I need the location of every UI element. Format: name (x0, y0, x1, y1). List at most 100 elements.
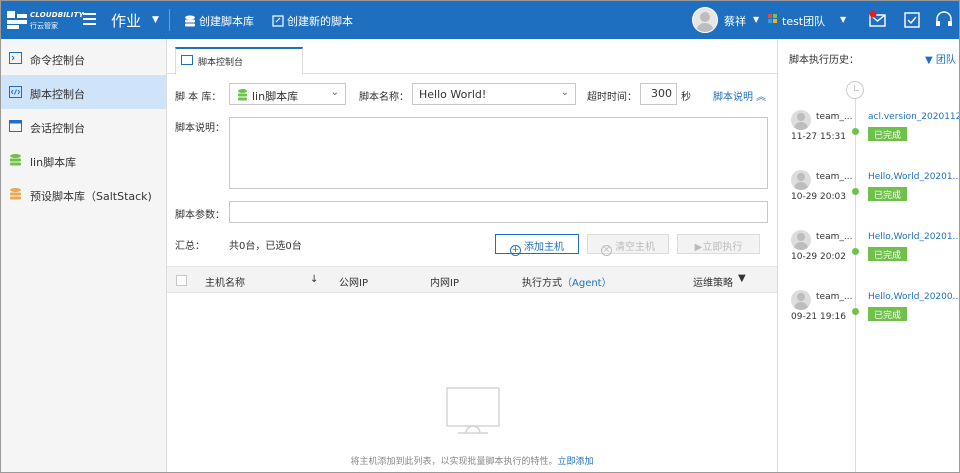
history-user: team_... (816, 232, 853, 242)
history-item[interactable]: team_... 11-27 15:31 acl.version_2020112… (778, 110, 959, 160)
sidebar-item-label: lin脚本库 (30, 156, 77, 169)
status-badge: 已完成 (868, 187, 908, 201)
timeline-dot (852, 188, 859, 195)
column-exec-mode: 执行方式（Agent） (522, 278, 612, 289)
empty-monitor-icon (446, 387, 500, 434)
execution-history-panel: 脚本执行历史： ▼ 团队 team_... 11-27 15:31 acl.ve… (777, 39, 959, 472)
database-green-icon (238, 89, 247, 101)
column-ops-policy: 运维策略 (693, 278, 733, 289)
terminal-icon (9, 52, 22, 64)
params-label: 脚本参数： (175, 210, 225, 221)
history-item[interactable]: team_... 09-21 19:16 Hello,World_20200..… (778, 290, 959, 340)
script-name-label: 脚本名称： (359, 92, 409, 103)
history-item[interactable]: team_... 10-29 20:03 Hello,World_20201..… (778, 170, 959, 220)
code-icon (181, 55, 193, 65)
sidebar-item-command-console[interactable]: 命令控制台 (1, 41, 166, 75)
avatar (791, 170, 811, 190)
exec-mode-agent: （Agent） (562, 278, 612, 289)
add-now-link[interactable]: 立即添加 (558, 457, 594, 467)
tab-label: 脚本控制台 (198, 58, 244, 68)
team-dropdown-icon[interactable]: ▼ (840, 15, 846, 24)
logo-mark-icon (7, 11, 27, 29)
logo[interactable]: CLOUDBILITY 行云管家 (7, 9, 84, 33)
divider (169, 9, 170, 31)
history-script-link[interactable]: Hello,World_20201... (868, 232, 959, 242)
host-table-header: 主机名称 ↓ 公网IP 内网IP 执行方式（Agent） 运维策略 ▼ (167, 266, 777, 293)
filter-icon: ▼ (925, 55, 933, 66)
sidebar-item-label: 会话控制台 (30, 122, 85, 135)
team-name[interactable]: test团队 (782, 13, 825, 29)
script-name-value: Hello World! (419, 88, 487, 101)
avatar (791, 290, 811, 310)
sidebar-item-saltstack-library[interactable]: 预设脚本库（SaltStack) (1, 177, 166, 211)
code-icon (9, 86, 22, 98)
module-title[interactable]: 作业 (111, 10, 141, 31)
clear-circle-icon: × (601, 245, 612, 256)
database-orange-icon (10, 188, 21, 200)
chevron-down-icon[interactable]: ▼ (152, 15, 159, 25)
sidebar-item-script-console[interactable]: 脚本控制台 (1, 75, 166, 109)
history-script-link[interactable]: acl.version_2020112... (868, 112, 959, 122)
column-private-ip: 内网IP (430, 278, 459, 289)
menu-icon[interactable] (83, 13, 96, 25)
timeout-unit: 秒 (681, 92, 691, 103)
team-icon (768, 14, 778, 24)
headset-icon[interactable] (934, 10, 954, 30)
history-script-link[interactable]: Hello,World_20201... (868, 172, 959, 182)
script-params-input[interactable] (229, 201, 768, 223)
description-label: 脚本说明： (175, 123, 225, 134)
select-all-checkbox[interactable] (176, 275, 187, 286)
history-script-link[interactable]: Hello,World_20200... (868, 292, 959, 302)
history-time: 09-21 19:16 (791, 312, 846, 322)
create-script-button[interactable]: 创建新的脚本 (272, 13, 353, 29)
task-check-icon[interactable] (902, 10, 922, 30)
clear-hosts-button[interactable]: × 清空主机 (587, 234, 669, 256)
app-window: CLOUDBILITY 行云管家 作业 ▼ 创建脚本库 创建新的脚本 蔡祥 ▼ (0, 0, 960, 473)
chevron-down-icon: ⌄ (560, 87, 569, 98)
sidebar-item-label: 脚本控制台 (30, 88, 85, 101)
execute-now-button[interactable]: ▶立即执行 (677, 234, 760, 254)
avatar (791, 110, 811, 130)
library-select-value: lin脚本库 (252, 90, 299, 103)
sort-arrow-icon[interactable]: ↓ (310, 274, 318, 285)
user-name[interactable]: 蔡祥 (724, 13, 746, 29)
create-script-label: 创建新的脚本 (287, 15, 353, 28)
database-green-icon (10, 154, 21, 166)
summary-label: 汇总： (175, 241, 205, 252)
library-select[interactable]: lin脚本库 ⌄ (229, 83, 346, 105)
history-time: 10-29 20:03 (791, 192, 846, 202)
sidebar-item-label: 预设脚本库（SaltStack) (30, 190, 152, 203)
script-description-textarea[interactable] (229, 117, 768, 189)
add-host-button[interactable]: + 添加主机 (495, 234, 579, 256)
history-time: 11-27 15:31 (791, 132, 846, 142)
history-user: team_... (816, 112, 853, 122)
status-badge: 已完成 (868, 247, 908, 261)
team-filter[interactable]: ▼ 团队 (925, 51, 956, 66)
tab-bar: 脚本控制台 (167, 39, 777, 75)
create-library-button[interactable]: 创建脚本库 (184, 13, 254, 29)
status-badge: 已完成 (868, 127, 908, 141)
user-dropdown-icon[interactable]: ▼ (753, 15, 759, 24)
database-icon (185, 15, 195, 27)
sidebar-item-lin-library[interactable]: lin脚本库 (1, 143, 166, 177)
history-title: 脚本执行历史： (789, 55, 859, 66)
history-time: 10-29 20:02 (791, 252, 846, 262)
library-label: 脚 本 库： (175, 92, 222, 103)
script-name-select[interactable]: Hello World! ⌄ (412, 83, 576, 105)
logo-text: CLOUDBILITY (30, 11, 84, 19)
user-avatar[interactable] (692, 7, 718, 33)
filter-icon[interactable]: ▼ (738, 273, 746, 284)
timeline-dot (852, 248, 859, 255)
timeout-label: 超时时间： (587, 92, 637, 103)
tab-script-console[interactable]: 脚本控制台 (175, 47, 303, 75)
script-desc-toggle[interactable]: 脚本说明 ︽ (713, 88, 766, 103)
create-library-label: 创建脚本库 (199, 15, 254, 28)
column-host-name[interactable]: 主机名称 (205, 274, 245, 289)
timeout-input[interactable]: 300 (640, 83, 677, 105)
message-icon[interactable] (868, 10, 888, 30)
sidebar: 命令控制台 脚本控制台 会话控制台 lin脚本库 预设脚本库（SaltStack… (1, 39, 167, 472)
chevron-down-icon: ⌄ (330, 87, 339, 98)
sidebar-item-session-console[interactable]: 会话控制台 (1, 109, 166, 143)
history-item[interactable]: team_... 10-29 20:02 Hello,World_20201..… (778, 230, 959, 280)
status-badge: 已完成 (868, 307, 908, 321)
